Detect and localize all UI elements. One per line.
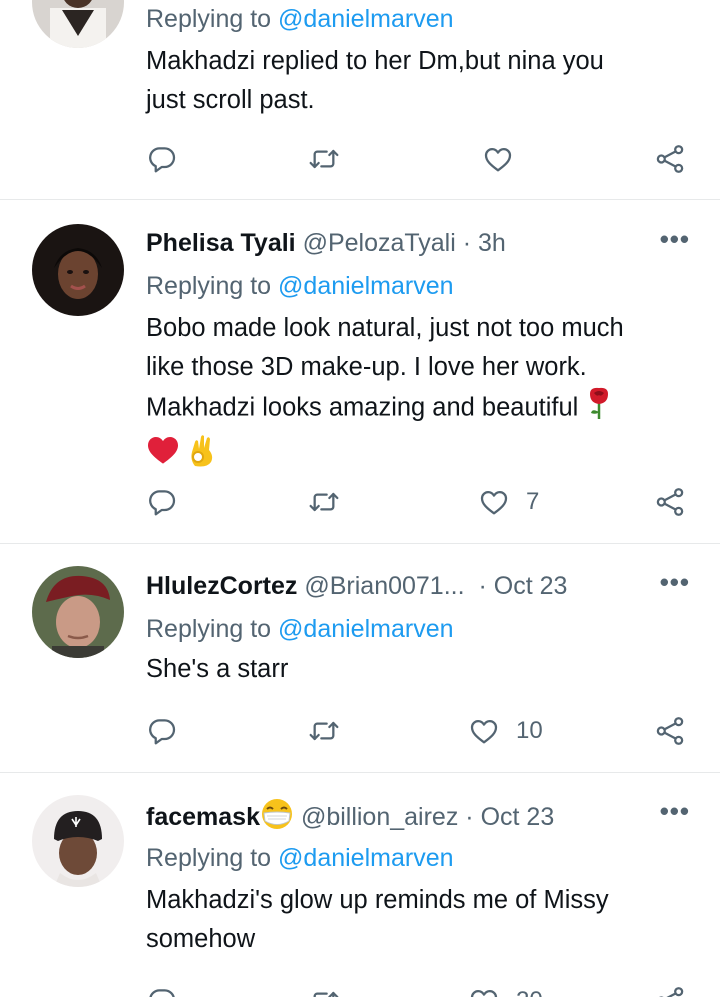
- replying-to: Replying to @danielmarven: [146, 844, 454, 872]
- user-handle[interactable]: @billion_airez: [301, 803, 458, 831]
- like-icon: [478, 486, 510, 518]
- share-button[interactable]: [654, 983, 686, 997]
- replying-to: Replying to @danielmarven: [146, 272, 454, 300]
- tweet-card[interactable]: Replying to @danielmarven Makhadzi repli…: [0, 0, 720, 200]
- share-icon: [654, 715, 686, 747]
- share-icon: [654, 143, 686, 175]
- tweet-card[interactable]: HlulezCortez @Brian0071... · Oct 23 ••• …: [0, 544, 720, 773]
- display-name[interactable]: Phelisa Tyali: [146, 229, 296, 257]
- replying-to: Replying to @danielmarven: [146, 615, 454, 643]
- retweet-icon: [308, 715, 340, 747]
- tweet-actions: 20: [146, 983, 694, 997]
- avatar[interactable]: [32, 224, 124, 316]
- tweet-text: Makhadzi replied to her Dm,but nina you …: [146, 47, 604, 114]
- replying-to: Replying to @danielmarven: [146, 5, 454, 33]
- share-icon: [654, 985, 686, 997]
- separator-dot: ·: [465, 803, 474, 832]
- red-heart-emoji: [146, 435, 180, 477]
- user-handle[interactable]: @Brian0071...: [304, 572, 464, 600]
- like-icon: [468, 715, 500, 747]
- mention-link[interactable]: @danielmarven: [278, 272, 453, 300]
- timestamp[interactable]: 3h: [478, 229, 506, 257]
- reply-icon: [146, 143, 178, 175]
- like-button[interactable]: 20: [468, 983, 543, 997]
- reply-button[interactable]: [146, 713, 178, 749]
- mention-link[interactable]: @danielmarven: [278, 615, 453, 643]
- reply-button[interactable]: [146, 141, 178, 177]
- retweet-button[interactable]: [308, 713, 340, 749]
- retweet-button[interactable]: [308, 484, 340, 520]
- reply-button[interactable]: [146, 484, 178, 520]
- reply-button[interactable]: [146, 983, 178, 997]
- like-icon: [482, 143, 514, 175]
- share-icon: [654, 486, 686, 518]
- like-button[interactable]: 7: [478, 484, 539, 520]
- share-button[interactable]: [654, 713, 686, 749]
- face-with-medical-mask-emoji: [260, 798, 294, 839]
- more-icon[interactable]: •••: [660, 226, 690, 252]
- separator-dot: ·: [462, 229, 472, 257]
- reply-icon: [146, 985, 178, 997]
- tweet-card[interactable]: facemask @billion_airez · Oct 23 ••• Rep…: [0, 773, 720, 997]
- avatar[interactable]: [32, 0, 124, 48]
- tweet-text: Bobo made look natural, just not too muc…: [146, 309, 696, 479]
- tweet-actions: [146, 141, 694, 177]
- like-count: 7: [526, 488, 540, 515]
- tweet-text: She's a starr: [146, 655, 289, 683]
- retweet-button[interactable]: [308, 141, 340, 177]
- user-handle[interactable]: @PelozaTyali: [303, 229, 456, 257]
- reply-icon: [146, 486, 178, 518]
- separator-dot: ·: [478, 572, 487, 600]
- tweet-actions: 7: [146, 484, 694, 520]
- tweet-header: facemask @billion_airez · Oct 23 •••: [146, 798, 690, 832]
- retweet-icon: [308, 985, 340, 997]
- avatar[interactable]: [32, 795, 124, 887]
- more-icon[interactable]: •••: [660, 569, 690, 595]
- avatar[interactable]: [32, 566, 124, 658]
- tweet-card[interactable]: Phelisa Tyali @PelozaTyali · 3h ••• Repl…: [0, 200, 720, 544]
- like-count: 20: [516, 987, 543, 997]
- like-count: 10: [516, 717, 543, 744]
- like-button[interactable]: 10: [468, 713, 543, 749]
- share-button[interactable]: [654, 141, 686, 177]
- display-name[interactable]: facemask: [146, 803, 260, 831]
- reply-icon: [146, 715, 178, 747]
- tweet-header: HlulezCortez @Brian0071... · Oct 23 •••: [146, 569, 690, 603]
- like-icon: [468, 985, 500, 997]
- timestamp[interactable]: Oct 23: [494, 572, 568, 600]
- like-button[interactable]: [482, 141, 514, 177]
- tweet-header: Phelisa Tyali @PelozaTyali · 3h •••: [146, 226, 690, 260]
- more-icon[interactable]: •••: [660, 798, 690, 824]
- retweet-button[interactable]: [308, 983, 340, 997]
- ok-hand-emoji: [187, 432, 217, 480]
- tweet-text: Makhadzi's glow up reminds me of Missy s…: [146, 886, 609, 953]
- rose-emoji: [585, 386, 613, 432]
- display-name[interactable]: HlulezCortez: [146, 572, 297, 600]
- retweet-icon: [308, 486, 340, 518]
- mention-link[interactable]: @danielmarven: [278, 5, 453, 33]
- retweet-icon: [308, 143, 340, 175]
- mention-link[interactable]: @danielmarven: [278, 844, 453, 872]
- timestamp[interactable]: Oct 23: [481, 803, 555, 831]
- tweet-actions: 10: [146, 713, 694, 749]
- share-button[interactable]: [654, 484, 686, 520]
